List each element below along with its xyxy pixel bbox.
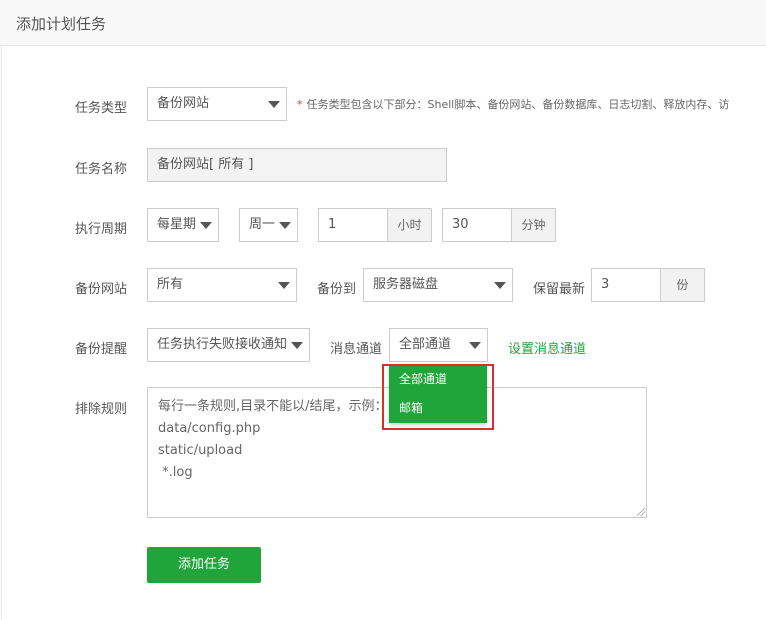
chevron-down-icon	[494, 282, 506, 289]
exclude-label: 排除规则	[75, 402, 128, 417]
set-channel-link[interactable]: 设置消息通道	[508, 338, 586, 357]
keep-latest-input[interactable]: 3	[591, 268, 661, 302]
period-freq-select[interactable]: 每星期	[147, 208, 219, 242]
page-title: 添加计划任务	[16, 15, 107, 33]
task-type-hint: * 任务类型包含以下部分：Shell脚本、备份网站、备份数据库、日志切割、释放内存…	[297, 98, 730, 111]
task-type-value: 备份网站	[157, 96, 210, 111]
hour-unit: 小时	[388, 208, 432, 242]
task-type-select[interactable]: 备份网站	[147, 87, 287, 121]
keep-latest-label: 保留最新	[533, 282, 586, 297]
chevron-down-icon	[469, 342, 481, 349]
minute-unit: 分钟	[512, 208, 556, 242]
task-name-label: 任务名称	[75, 162, 128, 177]
chevron-down-icon	[200, 222, 212, 229]
channel-label: 消息通道	[330, 342, 383, 357]
chevron-down-icon	[278, 282, 290, 289]
backup-to-select[interactable]: 服务器磁盘	[363, 268, 513, 302]
backup-site-select[interactable]: 所有	[147, 268, 297, 302]
channel-select[interactable]: 全部通道	[389, 328, 488, 362]
keep-latest-unit: 份	[661, 268, 705, 302]
highlight-box	[382, 364, 494, 430]
task-name-input[interactable]: 备份网站[ 所有 ]	[147, 148, 447, 182]
task-type-label: 任务类型	[75, 101, 128, 116]
notify-select[interactable]: 任务执行失败接收通知	[147, 328, 310, 362]
period-weekday-select[interactable]: 周一	[239, 208, 298, 242]
chevron-down-icon	[291, 342, 303, 349]
period-label: 执行周期	[75, 222, 128, 237]
chevron-down-icon	[268, 101, 280, 108]
chevron-down-icon	[279, 222, 291, 229]
form-panel	[1, 46, 766, 620]
add-task-button[interactable]: 添加任务	[147, 547, 261, 583]
notify-label: 备份提醒	[75, 342, 128, 357]
exclude-line: *.log	[158, 465, 193, 480]
exclude-line: static/upload	[158, 443, 243, 458]
backup-site-label: 备份网站	[75, 282, 128, 297]
page-header: 添加计划任务	[0, 0, 766, 46]
resize-handle[interactable]	[637, 508, 645, 516]
minute-input[interactable]: 30	[442, 208, 512, 242]
backup-to-label: 备份到	[317, 282, 357, 297]
hour-input[interactable]: 1	[318, 208, 388, 242]
